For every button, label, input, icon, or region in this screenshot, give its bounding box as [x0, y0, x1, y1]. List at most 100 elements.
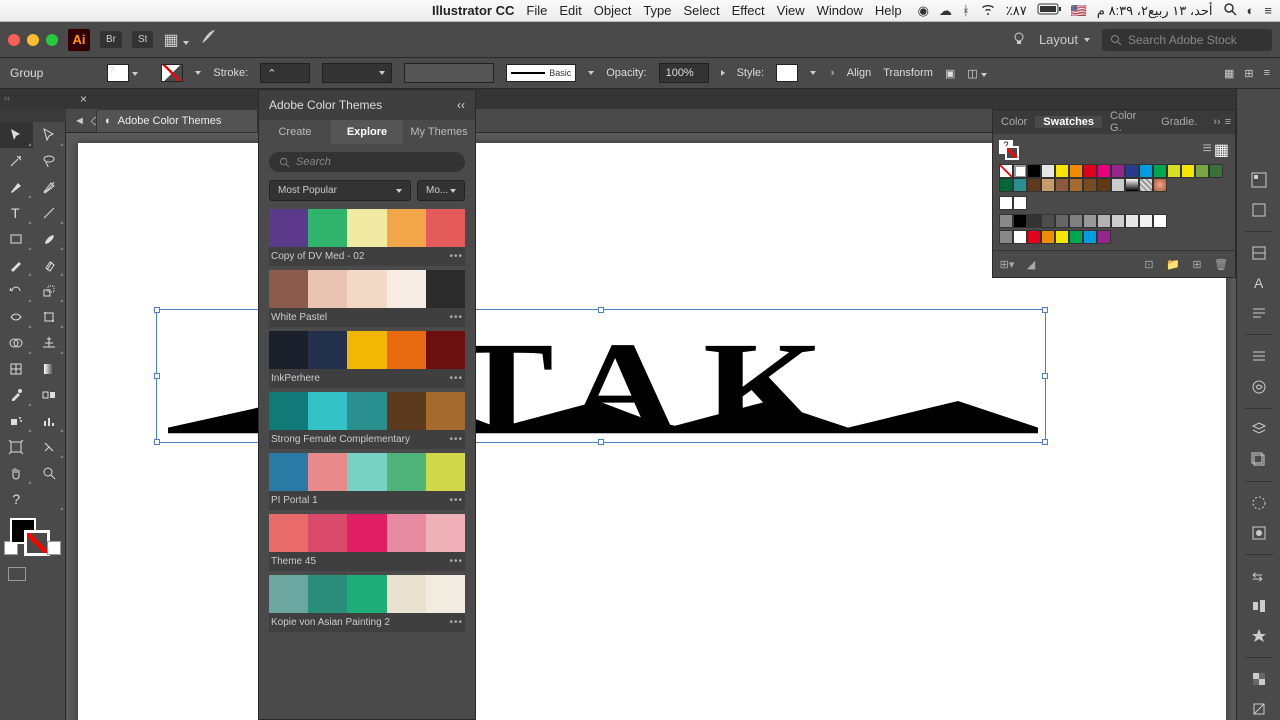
swatch[interactable]	[1111, 164, 1125, 178]
links-icon[interactable]	[1246, 698, 1272, 720]
toggle-fill-stroke[interactable]	[33, 486, 66, 512]
theme-menu-icon[interactable]: •••	[449, 312, 463, 323]
collapse-icon[interactable]: ‹‹	[457, 98, 465, 112]
themes-panel-titlebar[interactable]: Adobe Color Themes ‹‹	[259, 90, 475, 120]
tab-color[interactable]: Color	[993, 116, 1035, 128]
hamburger-icon[interactable]: ≡	[1264, 3, 1272, 18]
recolor-icon[interactable]: ◑	[828, 67, 835, 79]
swatch[interactable]	[1097, 214, 1111, 228]
pen-tool[interactable]	[0, 174, 33, 200]
stroke-weight-input[interactable]: ⌃	[260, 63, 310, 83]
menu-view[interactable]: View	[777, 3, 805, 18]
swatch[interactable]	[1125, 178, 1139, 192]
zoom-tool[interactable]	[33, 460, 66, 486]
eyedropper-tool[interactable]	[0, 382, 33, 408]
themes-search-input[interactable]: Search	[269, 152, 465, 172]
swatch[interactable]	[1069, 230, 1083, 244]
fill-swatch[interactable]: ?	[107, 64, 129, 82]
swatch-options-icon[interactable]: ⊡	[1141, 257, 1157, 271]
swatch[interactable]	[1013, 230, 1027, 244]
time-dropdown[interactable]: Mo...	[417, 180, 465, 201]
swatch-kind-icon[interactable]: ◢	[1023, 257, 1039, 271]
pathfinder-icon[interactable]	[1246, 625, 1272, 647]
brush-def[interactable]	[404, 63, 494, 83]
rotate-tool[interactable]	[0, 278, 33, 304]
selection-tool[interactable]	[0, 122, 33, 148]
swatch[interactable]	[1055, 230, 1069, 244]
swatch[interactable]	[1041, 230, 1055, 244]
swatch[interactable]	[1069, 178, 1083, 192]
swatch[interactable]	[999, 178, 1013, 192]
swatch[interactable]	[1097, 178, 1111, 192]
screen-mode-cycle[interactable]	[43, 567, 57, 581]
stroke-color[interactable]	[24, 530, 50, 556]
fill-stroke-indicator[interactable]	[0, 512, 65, 568]
theme-item[interactable]: PI Portal 1•••	[269, 453, 465, 510]
delete-swatch-icon[interactable]: 🗑	[1213, 257, 1229, 271]
free-transform-tool[interactable]	[33, 304, 66, 330]
theme-item[interactable]: InkPerhere•••	[269, 331, 465, 388]
theme-item[interactable]: White Pastel•••	[269, 270, 465, 327]
swatch[interactable]	[1125, 164, 1139, 178]
theme-item[interactable]: Kopie von Asian Painting 2•••	[269, 575, 465, 632]
graphic-styles-icon[interactable]	[1246, 522, 1272, 544]
swatch[interactable]	[1069, 164, 1083, 178]
theme-item[interactable]: Strong Female Complementary•••	[269, 392, 465, 449]
back-icon[interactable]: ◄	[74, 115, 85, 127]
theme-menu-icon[interactable]: •••	[449, 434, 463, 445]
swatch[interactable]	[1013, 164, 1027, 178]
window-controls[interactable]	[8, 34, 58, 46]
align-pixel-icon[interactable]: ⊞	[1244, 67, 1253, 80]
themes-header-tab[interactable]: ◐ Adobe Color Themes	[96, 109, 258, 133]
eraser-tool[interactable]	[33, 252, 66, 278]
column-graph-tool[interactable]	[33, 408, 66, 434]
type-tool[interactable]: T	[0, 200, 33, 226]
swatch[interactable]	[1111, 178, 1125, 192]
swatch[interactable]	[1069, 214, 1083, 228]
menu-window[interactable]: Window	[817, 3, 863, 18]
layers-panel-icon[interactable]	[1246, 418, 1272, 440]
cc-icon[interactable]: ☁	[939, 3, 952, 19]
clip-icon[interactable]: ◫	[967, 67, 986, 80]
transform-icon[interactable]: ⇆	[1246, 565, 1272, 587]
close-window-button[interactable]	[8, 34, 20, 46]
align-label[interactable]: Align	[847, 67, 871, 79]
swatch[interactable]	[1055, 178, 1069, 192]
stroke-swatch[interactable]	[161, 64, 183, 82]
swatch[interactable]	[1083, 230, 1097, 244]
swatch[interactable]	[1013, 196, 1027, 210]
spotlight-icon[interactable]	[1223, 2, 1237, 19]
swatch[interactable]	[1013, 214, 1027, 228]
menu-effect[interactable]: Effect	[732, 3, 765, 18]
swatch-lib-icon[interactable]: ⊞▾	[999, 257, 1015, 271]
color-mode-none[interactable]	[47, 541, 61, 555]
paintbrush-tool[interactable]	[33, 226, 66, 252]
theme-menu-icon[interactable]: •••	[449, 251, 463, 262]
expand-icon[interactable]: ››	[1213, 116, 1220, 128]
swatch[interactable]	[999, 164, 1013, 178]
swatch[interactable]	[1111, 214, 1125, 228]
swatch[interactable]	[1125, 214, 1139, 228]
align-panel-icon[interactable]	[1246, 595, 1272, 617]
var-width-profile[interactable]	[322, 63, 392, 83]
transform-label[interactable]: Transform	[883, 67, 933, 79]
swatch[interactable]	[1027, 230, 1041, 244]
swatch[interactable]	[1027, 164, 1041, 178]
themes-list[interactable]: Copy of DV Med - 02•••White Pastel•••Ink…	[259, 209, 475, 719]
hand-tool[interactable]	[0, 460, 33, 486]
bridge-button[interactable]: Br	[100, 31, 122, 48]
isolate-icon[interactable]: ▣	[945, 67, 955, 80]
swatch[interactable]	[999, 196, 1013, 210]
swatch[interactable]	[1083, 164, 1097, 178]
brush-basic[interactable]: Basic	[506, 64, 576, 82]
dock-handle-left[interactable]: ‹‹	[4, 93, 10, 103]
blend-tool[interactable]	[33, 382, 66, 408]
artboard-tool[interactable]	[0, 434, 33, 460]
menu-edit[interactable]: Edit	[559, 3, 581, 18]
theme-menu-icon[interactable]: •••	[449, 495, 463, 506]
lasso-tool[interactable]	[33, 148, 66, 174]
theme-menu-icon[interactable]: •••	[449, 617, 463, 628]
bluetooth-icon[interactable]: ᚼ	[962, 3, 970, 18]
shape-builder-tool[interactable]	[0, 330, 33, 356]
theme-item[interactable]: Theme 45•••	[269, 514, 465, 571]
